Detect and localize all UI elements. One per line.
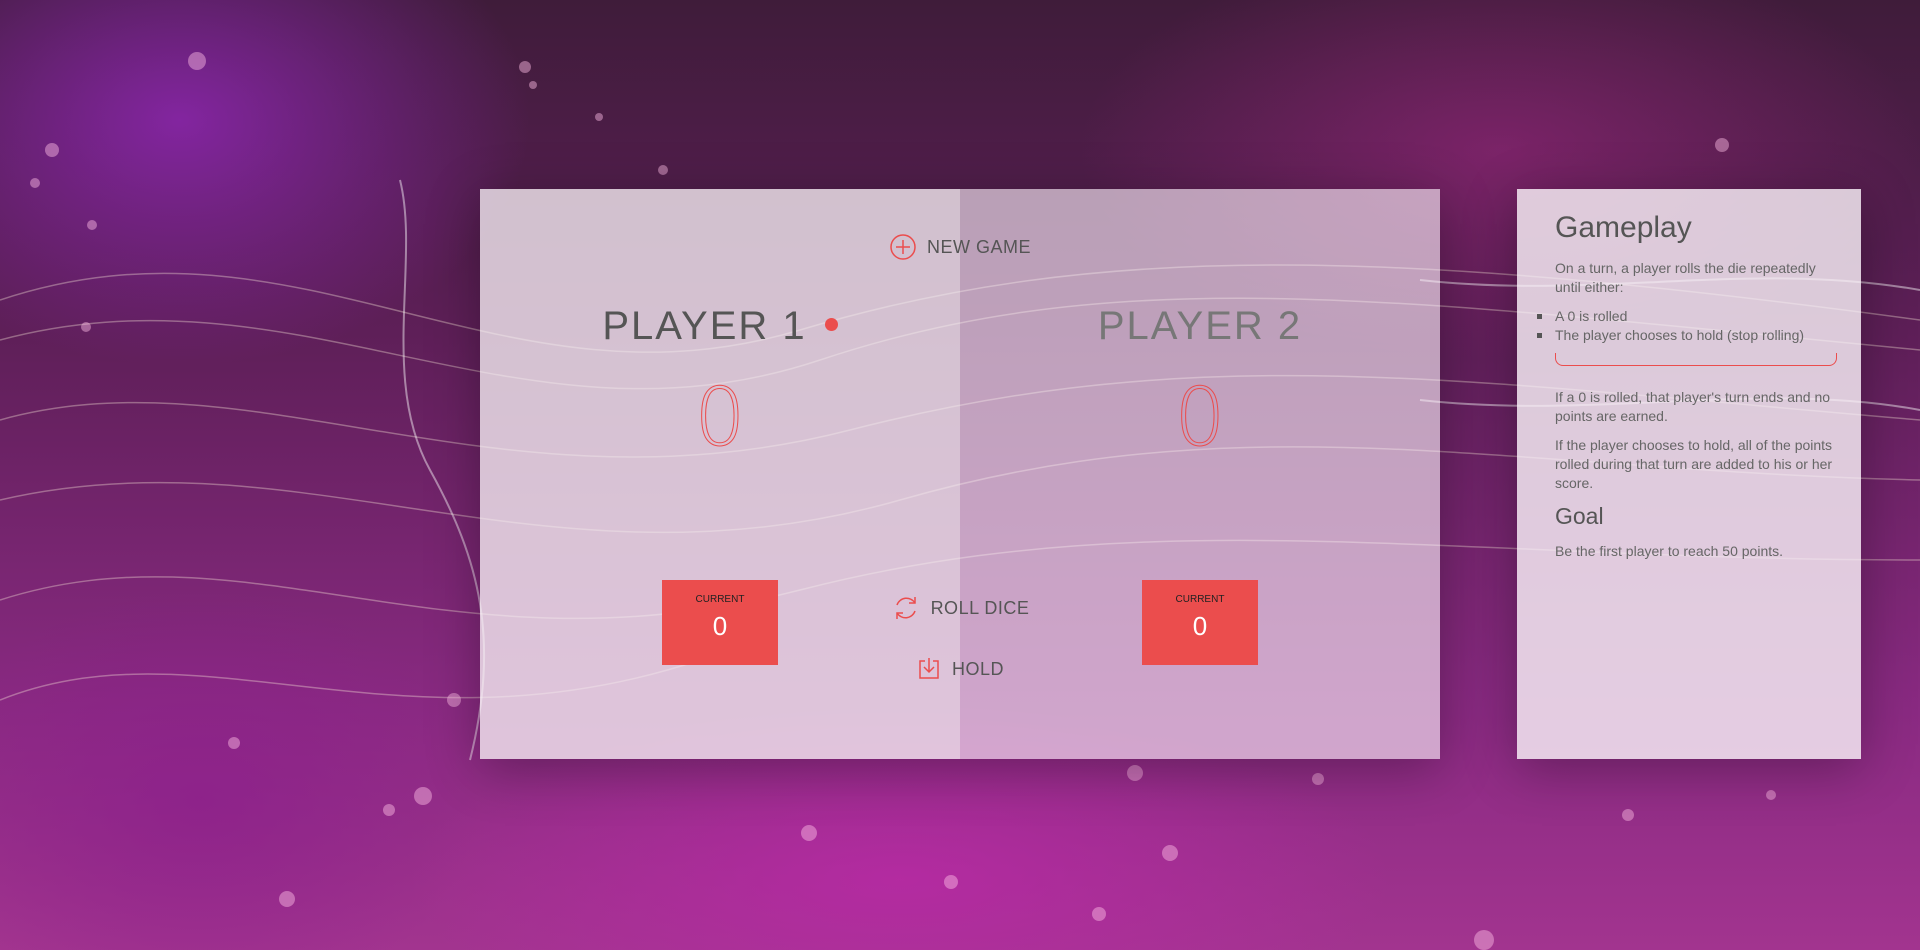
goal-title: Goal: [1555, 503, 1604, 529]
download-icon: [916, 656, 942, 682]
roll-dice-button[interactable]: ROLL DICE: [850, 592, 1070, 624]
player-2-current-box: CURRENT 0: [1142, 580, 1258, 665]
player-1-name: PLAYER 1: [480, 304, 960, 349]
player-2-name: PLAYER 2: [1097, 304, 1303, 348]
active-player-dot: [824, 317, 838, 331]
player-2-current-score: 0: [1192, 611, 1208, 641]
new-game-label: NEW GAME: [926, 236, 1031, 257]
roll-dice-label: ROLL DICE: [930, 597, 1030, 618]
gameplay-rule-zero: If a 0 is rolled, that player's turn end…: [1555, 389, 1831, 424]
hold-label: HOLD: [951, 658, 1004, 679]
new-game-button[interactable]: NEW GAME: [850, 232, 1070, 262]
plus-circle-icon: [889, 233, 917, 261]
list-item: A 0 is rolled: [1537, 307, 1835, 326]
player-2-current-label: CURRENT: [1175, 594, 1225, 605]
player-1-score: 0: [694, 371, 746, 465]
gameplay-intro: On a turn, a player rolls the die repeat…: [1555, 260, 1816, 295]
divider: [1555, 353, 1837, 366]
gameplay-panel: Gameplay On a turn, a player rolls the d…: [1517, 189, 1861, 759]
goal-text: Be the first player to reach 50 points.: [1555, 543, 1784, 559]
player-2-score: 0: [1174, 371, 1226, 465]
hold-button[interactable]: HOLD: [850, 655, 1070, 683]
gameplay-rule-list: A 0 is rolled The player chooses to hold…: [1537, 307, 1835, 345]
player-1-current-box: CURRENT 0: [662, 580, 778, 665]
player-1-current-label: CURRENT: [695, 594, 745, 605]
gameplay-title: Gameplay: [1555, 211, 1692, 244]
gameplay-rule-hold: If the player chooses to hold, all of th…: [1555, 437, 1833, 491]
player-1-current-score: 0: [712, 611, 728, 641]
refresh-icon: [891, 593, 921, 623]
list-item: The player chooses to hold (stop rolling…: [1537, 326, 1835, 345]
game-board: PLAYER 1 0 CURRENT 0 PLAYER 2 0 CURRENT …: [480, 189, 1440, 759]
